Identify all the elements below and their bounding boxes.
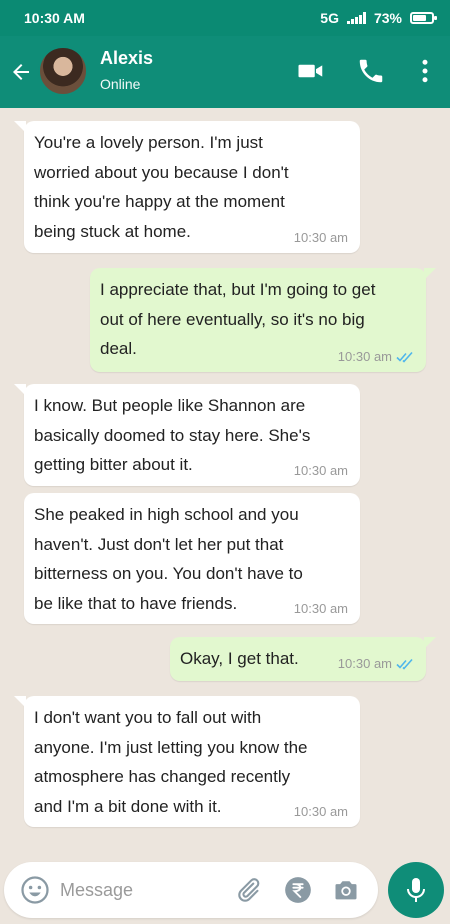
message-outgoing[interactable]: I appreciate that, but I'm going to get … xyxy=(90,268,436,372)
microphone-icon xyxy=(407,878,425,902)
phone-icon[interactable] xyxy=(356,56,386,86)
message-timestamp: 10:30 am xyxy=(293,804,348,819)
message-timestamp: 10:30 am xyxy=(337,656,392,671)
message-text: I know. But people like Shannon are basi… xyxy=(34,396,311,474)
battery-level xyxy=(413,15,427,21)
battery-percent: 73% xyxy=(373,10,402,26)
message-text: I don't want you to fall out with anyone… xyxy=(34,708,308,816)
chat-header: Alexis Online xyxy=(0,36,450,108)
message-incoming[interactable]: You're a lovely person. I'm just worried… xyxy=(14,121,360,253)
message-text: I appreciate that, but I'm going to get … xyxy=(100,280,376,358)
composer-bar xyxy=(4,862,378,918)
message-time: 10:30 am xyxy=(294,464,348,478)
double-check-icon xyxy=(396,658,413,670)
more-vertical-icon[interactable] xyxy=(410,56,440,86)
avatar[interactable] xyxy=(38,46,88,96)
status-indicators: 5G 73% xyxy=(320,10,437,26)
contact-status: Online xyxy=(100,76,141,92)
message-time: 10:30 am xyxy=(294,805,348,819)
battery-icon xyxy=(410,12,437,24)
contact-name[interactable]: Alexis xyxy=(100,48,153,69)
emoji-icon[interactable] xyxy=(20,875,50,905)
message-timestamp: 10:30 am xyxy=(337,349,392,364)
message-text: You're a lovely person. I'm just worried… xyxy=(34,133,289,241)
message-incoming[interactable]: She peaked in high school and you haven'… xyxy=(24,493,360,624)
mic-button[interactable] xyxy=(388,862,444,918)
message-incoming[interactable]: I know. But people like Shannon are basi… xyxy=(14,384,360,486)
message-text: Okay, I get that. xyxy=(180,649,299,668)
message-time: 10:30 am xyxy=(338,350,414,364)
message-time: 10:30 am xyxy=(338,657,414,671)
camera-icon[interactable] xyxy=(332,876,360,904)
message-time: 10:30 am xyxy=(294,602,348,616)
arrow-left-icon[interactable] xyxy=(8,60,34,84)
message-outgoing[interactable]: Okay, I get that. 10:30 am xyxy=(170,637,436,681)
signal-icon xyxy=(346,12,366,24)
network-label: 5G xyxy=(320,10,339,26)
video-camera-icon[interactable] xyxy=(296,56,326,86)
double-check-icon xyxy=(396,351,413,363)
message-timestamp: 10:30 am xyxy=(293,230,348,245)
rupee-icon[interactable] xyxy=(284,876,312,904)
message-time: 10:30 am xyxy=(294,231,348,245)
message-timestamp: 10:30 am xyxy=(293,463,348,478)
message-timestamp: 10:30 am xyxy=(293,601,348,616)
message-text: She peaked in high school and you haven'… xyxy=(34,505,303,613)
status-time: 10:30 AM xyxy=(24,10,85,26)
paperclip-icon[interactable] xyxy=(234,876,262,904)
message-incoming[interactable]: I don't want you to fall out with anyone… xyxy=(14,696,360,827)
status-bar: 10:30 AM 5G 73% xyxy=(0,0,450,36)
message-input[interactable] xyxy=(60,876,220,904)
